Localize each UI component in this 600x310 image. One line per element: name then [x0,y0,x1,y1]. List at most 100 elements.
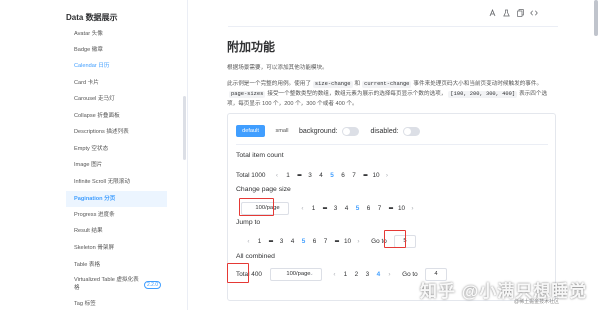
watermark: 知乎 @小满只想睡觉 [420,282,588,301]
page-button[interactable]: 1 [254,238,265,245]
sidebar-item-collapse[interactable]: Collapse 折叠面板 [66,108,166,124]
more-pages-button[interactable]: ••• [331,238,342,245]
desc-text: 事件来处理页码大小和当前页变动时候触发的事件。 [413,81,543,87]
all-combined-label: All combined [236,253,275,260]
page-button-active[interactable]: 4 [373,271,384,278]
size-small-button[interactable]: small [269,125,295,137]
sidebar-item-empty[interactable]: Empty 空状态 [66,141,166,157]
sidebar-item-avatar[interactable]: Avatar 头像 [66,26,166,42]
page-button[interactable]: 2 [351,271,362,278]
demo-divider [236,144,548,145]
desc-text: 和 [354,81,361,87]
page-button[interactable]: 3 [330,205,341,212]
section-title: 附加功能 [227,40,276,54]
page-size-select[interactable]: 100/page ⌄ [269,267,322,281]
sidebar-item-card[interactable]: Card 卡片 [66,75,166,91]
page-button[interactable]: 10 [342,238,353,245]
sidebar-item-tag[interactable]: Tag 标签 [66,296,166,310]
copy-icon[interactable] [516,8,524,18]
sidebar-item-virtualized-table[interactable]: Virtualized Table 虚拟化表格 [66,274,144,294]
next-page-button[interactable]: › [407,205,418,212]
page-button[interactable]: 4 [341,205,352,212]
next-page-button[interactable]: › [382,172,393,179]
section-desc-line3: 项，每页显示 100 个，200 个，300 个或者 400 个。 [227,101,358,107]
more-pages-button[interactable]: ••• [360,172,371,179]
desc-text: 接受一个整数类型的数组，数组元素为展示的选择每页显示个数的选项， [267,91,447,97]
sidebar-item-calendar[interactable]: Calendar 日历 [66,58,166,74]
section-desc-line1: 此示例是一个完整的用例。使用了 size-change 和 current-chang… [227,80,542,88]
more-pages-button[interactable]: ••• [294,172,305,179]
more-pages-button[interactable]: ••• [265,238,276,245]
sidebar-item-descriptions[interactable]: Descriptions 描述列表 [66,124,166,140]
page-button-active[interactable]: 5 [352,205,363,212]
page-button[interactable]: 3 [305,172,316,179]
page-button[interactable]: 6 [309,238,320,245]
main-scrollbar[interactable] [594,0,598,36]
total-item-count-label: Total item count [236,152,284,159]
page-button[interactable]: 4 [287,238,298,245]
page-button[interactable]: 10 [396,205,407,212]
sidebar-item-infinite-scroll[interactable]: Infinite Scroll 无限滚动 [66,174,166,190]
next-page-button[interactable]: › [353,238,364,245]
sidebar-scrollbar[interactable] [183,96,186,160]
page-button[interactable]: 6 [363,205,374,212]
version-badge: 2.2.0 [144,281,161,289]
page-button[interactable]: 10 [371,172,382,179]
sidebar-item-progress[interactable]: Progress 进度条 [66,207,166,223]
disabled-label: disabled: [370,127,399,135]
page-button-active[interactable]: 5 [327,172,338,179]
pagination-total: Total 1000 ‹ 1 ••• 3 4 5 6 7 ••• 10 › [236,168,393,182]
playground-icon[interactable] [502,8,510,18]
watermark-small: @稀土掘金技术社区 [514,299,560,305]
size-default-button[interactable]: default [236,125,265,137]
prev-page-button[interactable]: ‹ [272,172,283,179]
prev-page-button[interactable]: ‹ [297,205,308,212]
page-button[interactable]: 1 [308,205,319,212]
code-page-sizes: page-sizes [229,91,266,98]
background-switch[interactable] [341,126,359,136]
page-button[interactable]: 3 [362,271,373,278]
page-button[interactable]: 1 [283,172,294,179]
page-button-active[interactable]: 5 [298,238,309,245]
prev-page-button[interactable]: ‹ [243,238,254,245]
next-page-button[interactable]: › [384,271,395,278]
prev-page-button[interactable]: ‹ [329,271,340,278]
sidebar-item-image[interactable]: Image 图片 [66,157,166,173]
highlight-box-total [227,263,249,283]
section-intro: 根据场景需要，可以添加其他功能模块。 [227,65,328,71]
code-page-sizes-array: [100, 200, 300, 400] [448,91,518,98]
sidebar-item-carousel[interactable]: Carousel 走马灯 [66,91,166,107]
code-current-change: current-change [362,81,412,88]
page-button[interactable]: 7 [349,172,360,179]
page-button[interactable]: 3 [276,238,287,245]
pagination-total-text: Total 1000 [236,171,266,179]
desc-text: 此示例是一个完整的用例。使用了 [227,81,311,87]
page-button[interactable]: 4 [316,172,327,179]
page-button[interactable]: 7 [320,238,331,245]
code-icon[interactable] [530,8,538,18]
jump-to-label: Jump to [236,219,261,226]
more-pages-button[interactable]: ••• [385,205,396,212]
page-button[interactable]: 7 [374,205,385,212]
desc-text: 表示四个选 [519,91,548,97]
disabled-switch[interactable] [402,126,420,136]
translate-icon[interactable] [488,8,496,18]
sidebar-item-table[interactable]: Table 表格 [66,257,166,273]
change-page-size-label: Change page size [236,186,291,193]
sidebar-item-result[interactable]: Result 结果 [66,223,166,239]
sidebar-heading: Data 数据展示 [66,13,118,22]
sidebar: Data 数据展示 Avatar 头像 Badge 徽章 Calendar 日历… [0,0,188,310]
page-button[interactable]: 1 [340,271,351,278]
sidebar-item-pagination[interactable]: Pagination 分页 [66,191,167,207]
demo-controls: default small background: disabled: [236,125,428,137]
page-button[interactable]: 6 [338,172,349,179]
highlight-box-goto [384,230,406,248]
goto-label: Go to [402,270,418,278]
example-divider [228,26,558,27]
example-toolbar [488,8,538,20]
sidebar-item-badge[interactable]: Badge 徽章 [66,42,166,58]
more-pages-button[interactable]: ••• [319,205,330,212]
section-desc-line2: page-sizes 接受一个整数类型的数组，数组元素为展示的选择每页显示个数的选… [227,90,547,98]
pagination-all-combined: Total 400 100/page ⌄ ‹ 1 2 3 4 › Go to 4 [236,267,447,281]
sidebar-item-skeleton[interactable]: Skeleton 骨架屏 [66,240,166,256]
